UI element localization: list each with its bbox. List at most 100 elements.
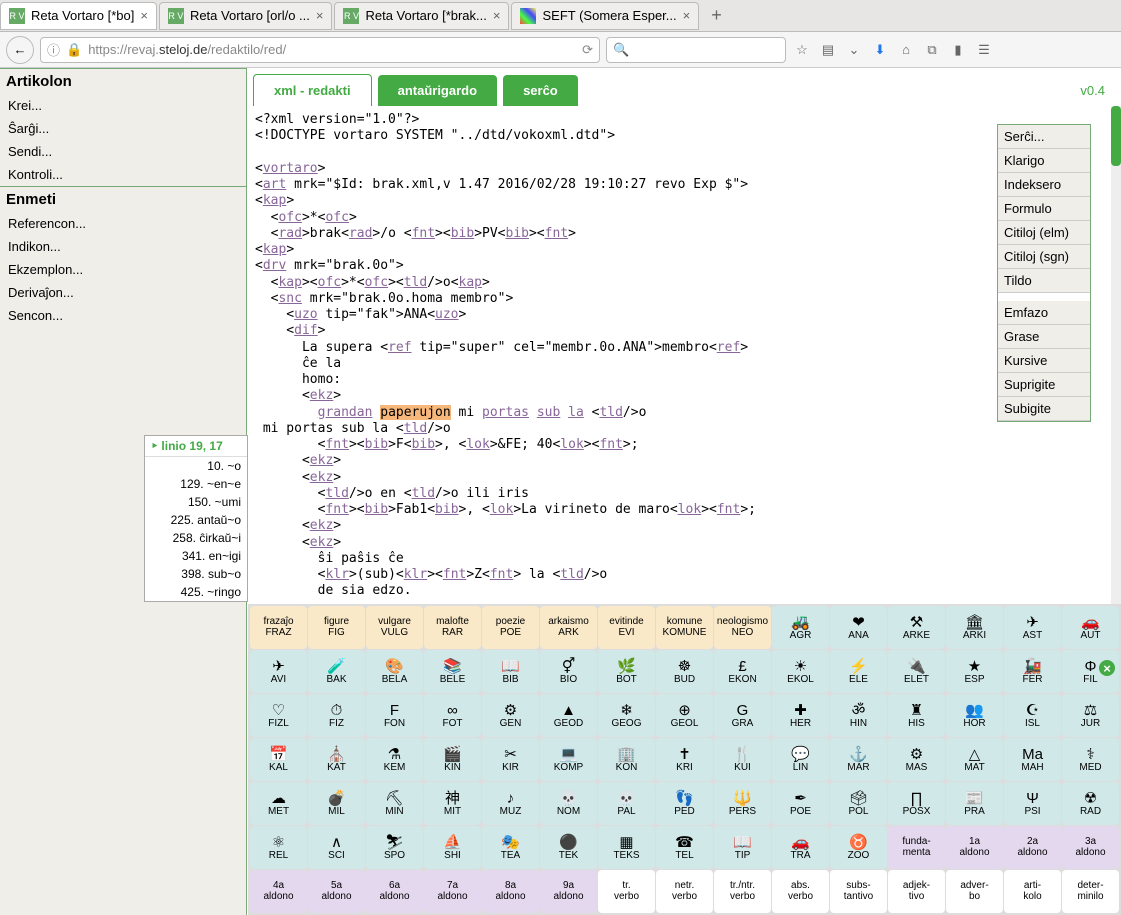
grid-cell-evi[interactable]: evitindeEVI [598, 606, 655, 649]
grid-cell-mar[interactable]: ⚓MAR [830, 738, 887, 781]
popup-item[interactable]: 10. ~o [145, 457, 247, 475]
grid-cell-teks[interactable]: ▦TEKS [598, 826, 655, 869]
browser-tab[interactable]: R VReta Vortaro [*brak...× [334, 2, 509, 30]
grid-cell-ele[interactable]: ⚡ELE [830, 650, 887, 693]
grid-cell-tea[interactable]: 🎭TEA [482, 826, 539, 869]
grid-cell-kri[interactable]: ✝KRI [656, 738, 713, 781]
grid-cell-pal[interactable]: 💀PAL [598, 782, 655, 825]
right-panel-item[interactable]: Subigite [998, 397, 1090, 421]
grid-cell-verbo[interactable]: tr./ntr.verbo [714, 870, 771, 913]
grid-cell-his[interactable]: ♜HIS [888, 694, 945, 737]
grid-cell-kui[interactable]: 🍴KUI [714, 738, 771, 781]
grid-cell-mat[interactable]: △MAT [946, 738, 1003, 781]
grid-cell-ast[interactable]: ✈AST [1004, 606, 1061, 649]
grid-cell-aldono[interactable]: 7aaldono [424, 870, 481, 913]
tab-antaurigardo[interactable]: antaŭrigardo [378, 75, 497, 106]
book-icon[interactable]: ▮ [948, 42, 968, 58]
grid-cell-fon[interactable]: FFON [366, 694, 423, 737]
grid-cell-menta[interactable]: funda-menta [888, 826, 945, 869]
grid-cell-ekon[interactable]: £EKON [714, 650, 771, 693]
grid-cell-arke[interactable]: ⚒ARKE [888, 606, 945, 649]
reload-icon[interactable]: ⟳ [582, 42, 593, 58]
grid-cell-geog[interactable]: ❄GEOG [598, 694, 655, 737]
right-panel-item[interactable]: Serĉi... [998, 125, 1090, 149]
grid-cell-kolo[interactable]: arti-kolo [1004, 870, 1061, 913]
archive-icon[interactable]: ▤ [818, 42, 838, 58]
url-bar[interactable]: ⓘ 🔒 https://revaj.steloj.de/redaktilo/re… [40, 37, 600, 63]
grid-cell-gra[interactable]: GGRA [714, 694, 771, 737]
sidebar-item[interactable]: Ŝarĝi... [0, 117, 246, 140]
grid-cell-tek[interactable]: ⚫TEK [540, 826, 597, 869]
grid-cell-aut[interactable]: 🚗AUT [1062, 606, 1119, 649]
popup-item[interactable]: 425. ~ringo [145, 583, 247, 601]
right-panel-item[interactable]: Grase [998, 325, 1090, 349]
grid-cell-bela[interactable]: 🎨BELA [366, 650, 423, 693]
grid-cell-zoo[interactable]: ♉ZOO [830, 826, 887, 869]
grid-cell-shi[interactable]: ⛵SHI [424, 826, 481, 869]
grid-cell-rar[interactable]: malofteRAR [424, 606, 481, 649]
grid-cell-tip[interactable]: 📖TIP [714, 826, 771, 869]
grid-cell-pra[interactable]: 📰PRA [946, 782, 1003, 825]
grid-cell-elet[interactable]: 🔌ELET [888, 650, 945, 693]
grid-cell-aldono[interactable]: 5aaldono [308, 870, 365, 913]
right-panel-item[interactable]: Emfazo [998, 301, 1090, 325]
grid-cell-hin[interactable]: ॐHIN [830, 694, 887, 737]
right-panel-item[interactable]: Citiloj (sgn) [998, 245, 1090, 269]
grid-cell-komp[interactable]: 💻KOMP [540, 738, 597, 781]
grid-cell-agr[interactable]: 🚜AGR [772, 606, 829, 649]
pocket-icon[interactable]: ⌄ [844, 42, 864, 58]
sidebar-item[interactable]: Derivaĵon... [0, 281, 246, 304]
back-button[interactable]: ← [6, 36, 34, 64]
grid-cell-verbo[interactable]: tr.verbo [598, 870, 655, 913]
tab-close-icon[interactable]: × [493, 8, 501, 23]
grid-cell-aldono[interactable]: 3aaldono [1062, 826, 1119, 869]
grid-cell-spo[interactable]: ⛷SPO [366, 826, 423, 869]
grid-cell-minilo[interactable]: deter-minilo [1062, 870, 1119, 913]
grid-cell-isl[interactable]: ☪ISL [1004, 694, 1061, 737]
search-input[interactable] [629, 42, 779, 57]
grid-cell-avi[interactable]: ✈AVI [250, 650, 307, 693]
browser-tab[interactable]: R VReta Vortaro [*bo]× [0, 2, 157, 30]
download-icon[interactable]: ⬇ [870, 42, 890, 58]
grid-cell-bot[interactable]: 🌿BOT [598, 650, 655, 693]
grid-cell-komune[interactable]: komuneKOMUNE [656, 606, 713, 649]
sidebar-item[interactable]: Ekzemplon... [0, 258, 246, 281]
right-panel-item[interactable]: Kursive [998, 349, 1090, 373]
grid-cell-ekol[interactable]: ☀EKOL [772, 650, 829, 693]
grid-cell-jur[interactable]: ⚖JUR [1062, 694, 1119, 737]
grid-cell-aldono[interactable]: 6aaldono [366, 870, 423, 913]
popup-item[interactable]: 225. antaŭ~o [145, 511, 247, 529]
grid-cell-kem[interactable]: ⚗KEM [366, 738, 423, 781]
star-icon[interactable]: ☆ [792, 42, 812, 58]
grid-cell-tra[interactable]: 🚗TRA [772, 826, 829, 869]
popup-item[interactable]: 150. ~umi [145, 493, 247, 511]
grid-cell-ana[interactable]: ❤ANA [830, 606, 887, 649]
home-icon[interactable]: ⌂ [896, 42, 916, 57]
grid-cell-tantivo[interactable]: subs-tantivo [830, 870, 887, 913]
right-panel-item[interactable]: Tildo [998, 269, 1090, 293]
grid-cell-bio[interactable]: ⚥BIO [540, 650, 597, 693]
grid-cell-bud[interactable]: ☸BUD [656, 650, 713, 693]
grid-cell-muz[interactable]: ♪MUZ [482, 782, 539, 825]
grid-cell-geol[interactable]: ⊕GEOL [656, 694, 713, 737]
grid-cell-kal[interactable]: 📅KAL [250, 738, 307, 781]
grid-cell-poe[interactable]: ✒POE [772, 782, 829, 825]
grid-cell-med[interactable]: ⚕MED [1062, 738, 1119, 781]
sidebar-item[interactable]: Sencon... [0, 304, 246, 327]
grid-cell-geod[interactable]: ▲GEOD [540, 694, 597, 737]
grid-cell-mah[interactable]: MaMAH [1004, 738, 1061, 781]
right-panel-item[interactable]: Suprigite [998, 373, 1090, 397]
right-panel-item[interactable]: Citiloj (elm) [998, 221, 1090, 245]
grid-close-button[interactable]: × [1099, 660, 1115, 676]
grid-cell-pers[interactable]: 🔱PERS [714, 782, 771, 825]
grid-cell-neo[interactable]: neologismoNEO [714, 606, 771, 649]
sidebar-item[interactable]: Sendi... [0, 140, 246, 163]
grid-cell-fer[interactable]: 🚂FER [1004, 650, 1061, 693]
grid-cell-vulg[interactable]: vulgareVULG [366, 606, 423, 649]
grid-cell-ark[interactable]: arkaismoARK [540, 606, 597, 649]
new-tab-button[interactable]: + [701, 5, 732, 26]
grid-cell-poe[interactable]: poeziePOE [482, 606, 539, 649]
grid-cell-verbo[interactable]: netr.verbo [656, 870, 713, 913]
tab-close-icon[interactable]: × [683, 8, 691, 23]
grid-cell-aldono[interactable]: 9aaldono [540, 870, 597, 913]
